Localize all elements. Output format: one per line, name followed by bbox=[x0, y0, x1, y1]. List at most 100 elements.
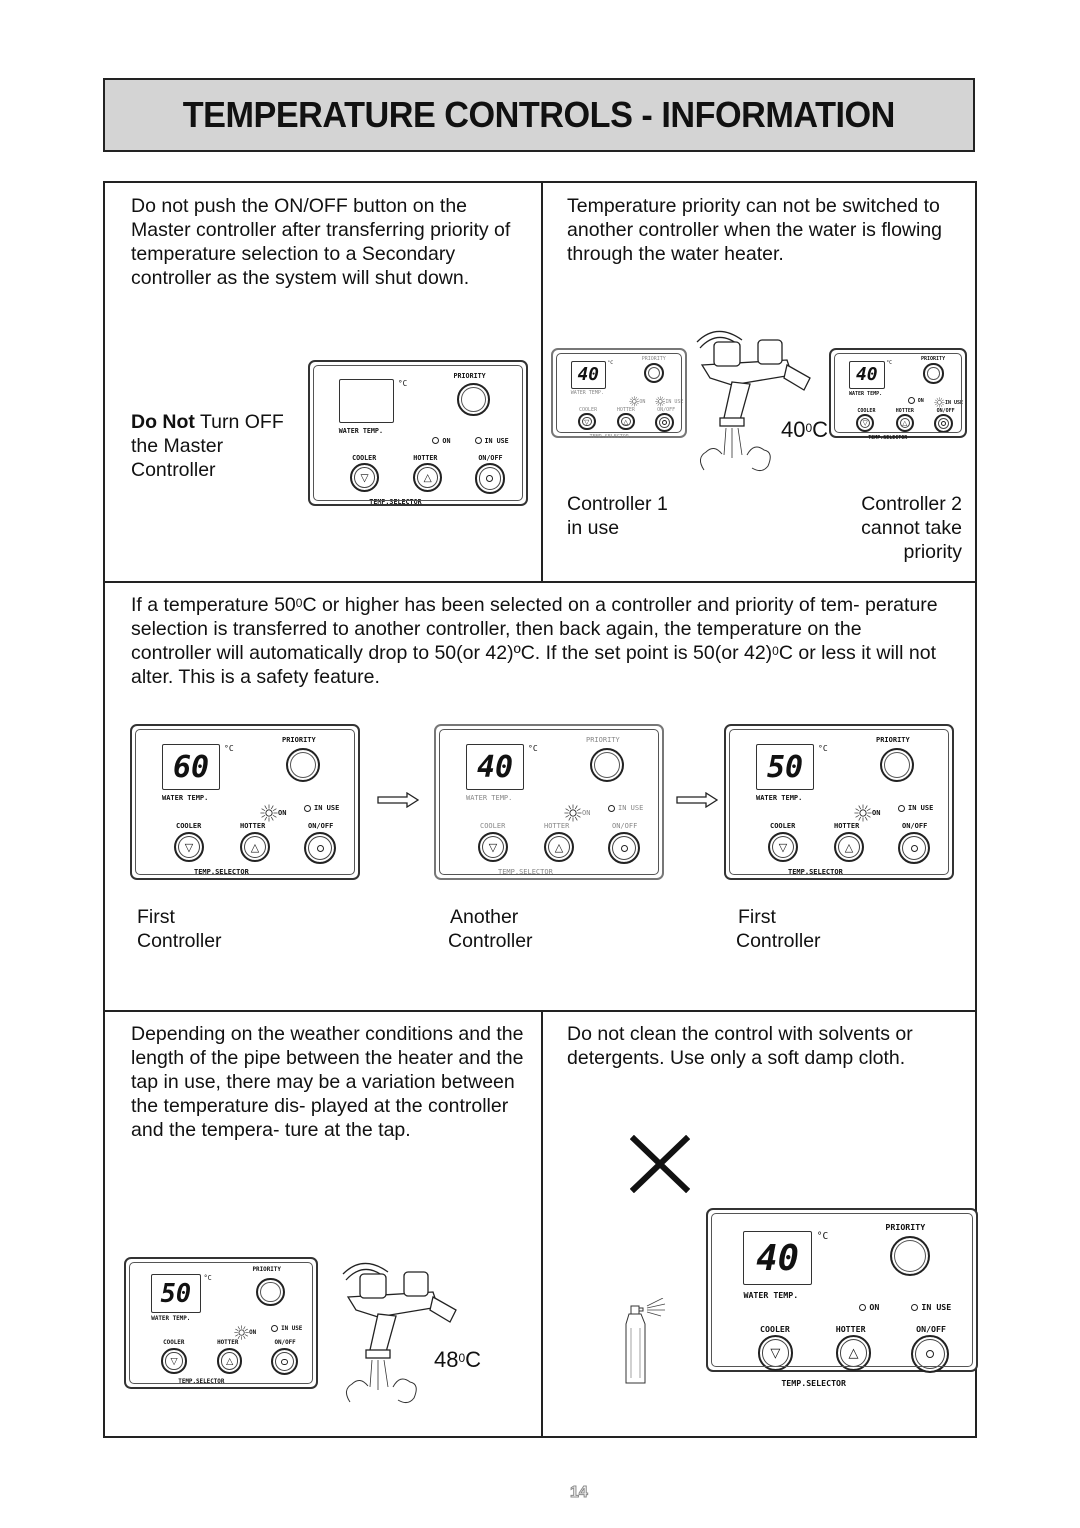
onoff-button bbox=[911, 1335, 950, 1374]
caption-first-controller-b: First Controller bbox=[736, 906, 821, 952]
hotter-label: HOTTER bbox=[835, 1323, 866, 1334]
cooler-label: COOLER bbox=[163, 1339, 185, 1346]
hotter-label: HOTTER bbox=[240, 822, 266, 830]
on-indicator: ON bbox=[432, 437, 450, 445]
celsius-unit-label: °C bbox=[224, 744, 234, 753]
hotter-button: △ bbox=[544, 832, 574, 862]
water-temp-label: WATER TEMP. bbox=[756, 794, 803, 802]
temperature-display bbox=[338, 379, 395, 424]
triangle-down-icon: ▽ bbox=[488, 840, 498, 854]
indicator-led-icon bbox=[271, 1324, 279, 1332]
divider-horizontal-2 bbox=[105, 1010, 975, 1012]
power-dot-icon bbox=[620, 844, 628, 852]
arrow-right-icon bbox=[676, 792, 718, 808]
temperature-display: 40 bbox=[743, 1231, 812, 1286]
on-indicator: ON bbox=[260, 804, 286, 822]
controller-panel-ctrl2-nopriority: 40 °C WATER TEMP. PRIORITY ON IN USE COO… bbox=[829, 348, 967, 441]
hotter-button: △ bbox=[895, 413, 914, 432]
water-temp-label: WATER TEMP. bbox=[849, 390, 883, 397]
celsius-unit-label: °C bbox=[818, 744, 828, 753]
priority-button bbox=[286, 748, 320, 782]
indicator-led-icon bbox=[432, 437, 440, 445]
indicator-led-icon bbox=[907, 396, 915, 404]
priority-label: PRIORITY bbox=[282, 736, 316, 744]
water-temp-label: WATER TEMP. bbox=[743, 1290, 799, 1301]
hotter-label: HOTTER bbox=[413, 453, 438, 462]
in-use-indicator: IN USE bbox=[934, 397, 963, 408]
master-warning-text: Do not push the ON/OFF button on the Mas… bbox=[131, 195, 511, 289]
cooler-button: ▽ bbox=[350, 463, 379, 493]
indicator-led-icon bbox=[911, 1304, 919, 1312]
triangle-up-icon: △ bbox=[423, 471, 432, 484]
triangle-up-icon: △ bbox=[250, 840, 260, 854]
water-temp-label: WATER TEMP. bbox=[570, 390, 604, 397]
triangle-down-icon: ▽ bbox=[584, 417, 590, 426]
onoff-label: ON/OFF bbox=[902, 822, 928, 830]
onoff-label: ON/OFF bbox=[612, 822, 638, 830]
indicator-lit-icon bbox=[628, 396, 640, 407]
priority-label: PRIORITY bbox=[885, 1221, 926, 1232]
cooler-button: ▽ bbox=[174, 832, 204, 862]
cooler-button: ▽ bbox=[478, 832, 508, 862]
priority-button bbox=[890, 1236, 931, 1277]
caption-bold: Do Not bbox=[131, 411, 195, 433]
hotter-label: HOTTER bbox=[834, 822, 860, 830]
indicator-lit-icon bbox=[260, 804, 278, 822]
controller-panel-first-b: 50 °C WATER TEMP. PRIORITY ON IN USE COO… bbox=[724, 724, 954, 880]
priority-button bbox=[590, 748, 624, 782]
onoff-label: ON/OFF bbox=[916, 1323, 946, 1334]
priority-button bbox=[255, 1277, 285, 1307]
controller1-caption: Controller 1 in use bbox=[567, 493, 668, 539]
hotter-label: HOTTER bbox=[616, 406, 635, 413]
indicator-led-icon bbox=[859, 1304, 867, 1312]
power-dot-icon bbox=[316, 844, 324, 852]
onoff-button bbox=[474, 463, 506, 494]
caption-another-controller: Another Controller bbox=[448, 906, 533, 952]
master-caption: Do Not Turn OFF the Master Controller bbox=[131, 410, 311, 482]
power-dot-icon bbox=[910, 844, 918, 852]
triangle-up-icon: △ bbox=[226, 1355, 234, 1367]
hotter-button: △ bbox=[217, 1348, 243, 1374]
temperature-display: 60 bbox=[162, 744, 220, 790]
power-dot-icon bbox=[926, 1350, 935, 1359]
cooler-button: ▽ bbox=[768, 832, 798, 862]
priority-label: PRIORITY bbox=[252, 1267, 281, 1274]
cooler-button: ▽ bbox=[577, 412, 596, 431]
power-dot-icon bbox=[281, 1358, 288, 1365]
triangle-up-icon: △ bbox=[848, 1345, 859, 1361]
page-number: 14 bbox=[570, 1484, 589, 1502]
cooler-button: ▽ bbox=[161, 1348, 187, 1374]
priority-label: PRIORITY bbox=[453, 371, 486, 380]
temperature-display: 40 bbox=[570, 360, 606, 389]
divider-horizontal-1 bbox=[105, 581, 975, 583]
divider-vertical-bottom bbox=[541, 1010, 543, 1436]
on-indicator: ON bbox=[628, 396, 645, 407]
indicator-lit-icon bbox=[854, 804, 872, 822]
divider-vertical-top bbox=[541, 183, 543, 581]
temperature-variation-text: Depending on the weather conditions and … bbox=[131, 1023, 524, 1141]
spray-can-icon bbox=[625, 1298, 666, 1384]
triangle-down-icon: ▽ bbox=[778, 840, 788, 854]
priority-label: PRIORITY bbox=[876, 736, 910, 744]
triangle-down-icon: ▽ bbox=[770, 1345, 781, 1361]
in-use-indicator: IN USE bbox=[474, 437, 509, 445]
water-temp-label: WATER TEMP. bbox=[151, 1316, 191, 1323]
onoff-label: ON/OFF bbox=[274, 1339, 296, 1346]
indicator-lit-icon bbox=[234, 1325, 249, 1340]
water-temp-label: WATER TEMP. bbox=[466, 794, 513, 802]
temp-selector-label: TEMP.SELECTOR bbox=[781, 1377, 847, 1388]
triangle-down-icon: ▽ bbox=[862, 418, 868, 427]
hotter-button: △ bbox=[413, 463, 442, 493]
onoff-button bbox=[934, 413, 954, 433]
title-banner: TEMPERATURE CONTROLS - INFORMATION bbox=[103, 78, 975, 152]
priority-button bbox=[923, 363, 944, 384]
controller-panel-cleaning: 40 °C WATER TEMP. PRIORITY ON IN USE COO… bbox=[706, 1208, 978, 1388]
temp-selector-label: TEMP.SELECTOR bbox=[498, 868, 553, 876]
tap-faucet-icon bbox=[342, 1262, 457, 1404]
controller-panel-weather: 50 °C WATER TEMP. PRIORITY ON IN USE COO… bbox=[124, 1257, 318, 1389]
temperature-display: 40 bbox=[849, 360, 885, 390]
temp-selector-label: TEMP.SELECTOR bbox=[369, 497, 422, 506]
in-use-indicator: IN USE bbox=[608, 804, 643, 812]
power-dot-icon bbox=[941, 420, 947, 426]
controller-panel-ctrl1-inuse: 40 °C WATER TEMP. PRIORITY ON IN USE COO… bbox=[551, 348, 687, 440]
